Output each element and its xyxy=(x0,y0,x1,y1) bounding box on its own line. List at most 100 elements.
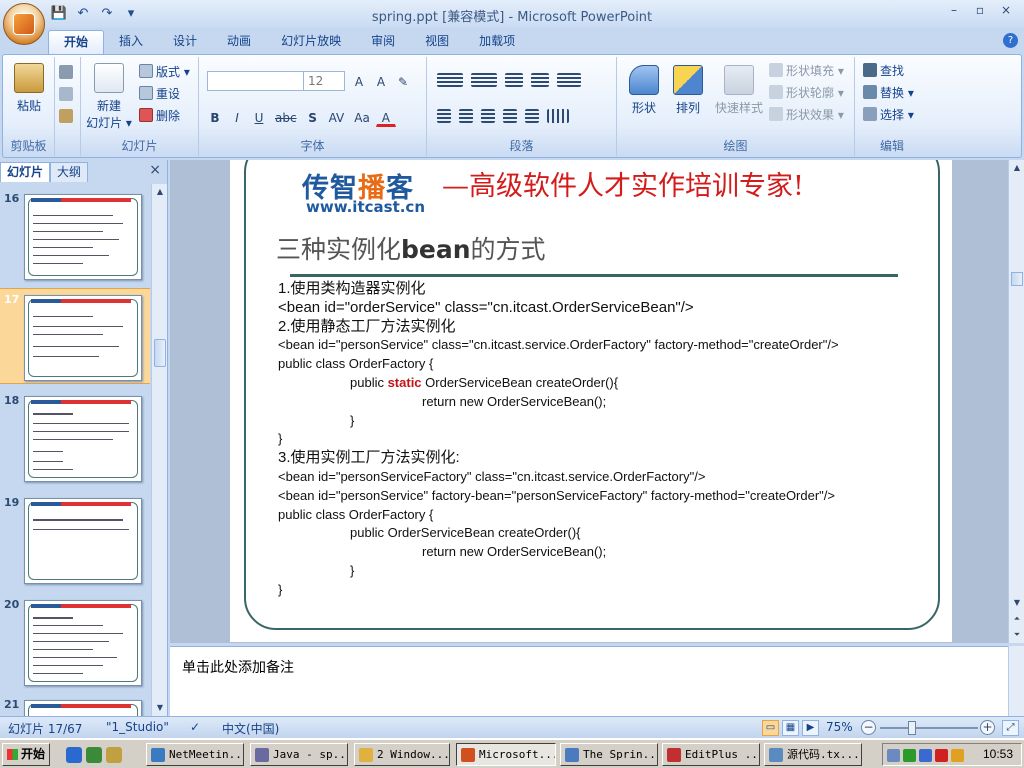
strikethrough-button[interactable]: abc xyxy=(271,107,301,127)
tab-animations[interactable]: 动画 xyxy=(212,30,266,54)
desktop-icon[interactable] xyxy=(86,747,102,763)
thumbnail-18[interactable]: 18 xyxy=(0,390,150,486)
slide-canvas[interactable]: 传智播客 www.itcast.cn —高级软件人才实作培训专家! 三种实例化b… xyxy=(230,160,952,642)
help-icon[interactable]: ? xyxy=(1003,33,1018,48)
slide-body[interactable]: 1.使用类构造器实例化 <bean id="orderService" clas… xyxy=(278,280,928,600)
notes-scrollbar[interactable] xyxy=(1008,646,1024,716)
font-color-button[interactable]: A xyxy=(375,107,396,127)
start-button[interactable]: 开始 xyxy=(2,743,50,766)
zoom-level[interactable]: 75% xyxy=(826,720,853,734)
align-left-icon[interactable] xyxy=(437,109,451,123)
network-icon[interactable] xyxy=(887,749,900,762)
task-windows[interactable]: 2 Window... xyxy=(354,743,450,766)
shadow-button[interactable]: S xyxy=(303,107,323,127)
arrange-button[interactable]: 排列 xyxy=(667,65,709,116)
thumbnail-20[interactable]: 20 xyxy=(0,594,150,690)
tab-slides-pane[interactable]: 幻灯片 xyxy=(0,162,51,182)
zoom-slider-thumb[interactable] xyxy=(908,721,916,735)
spellcheck-icon[interactable]: ✓ xyxy=(190,720,200,734)
reset-button[interactable]: 重设 xyxy=(139,84,180,102)
task-powerpoint[interactable]: Microsoft... xyxy=(456,743,556,766)
tab-view[interactable]: 视图 xyxy=(410,30,464,54)
restore-button[interactable]: ▫ xyxy=(968,2,992,20)
shape-outline-button[interactable]: 形状轮廓 ▾ xyxy=(769,83,844,101)
quick-styles-button[interactable]: 快速样式 xyxy=(711,65,767,116)
slide-editor[interactable]: 传智播客 www.itcast.cn —高级软件人才实作培训专家! 三种实例化b… xyxy=(170,160,1008,643)
copy-button[interactable] xyxy=(59,85,73,103)
thumbnail-21[interactable]: 21 xyxy=(0,694,150,716)
tab-addins[interactable]: 加载项 xyxy=(464,30,530,54)
undo-icon[interactable]: ↶ xyxy=(74,4,92,22)
delete-button[interactable]: 删除 xyxy=(139,106,180,124)
shape-fill-button[interactable]: 形状填充 ▾ xyxy=(769,61,844,79)
replace-button[interactable]: 替换 ▾ xyxy=(863,83,914,101)
numbering-icon[interactable] xyxy=(471,73,497,87)
volume-icon[interactable] xyxy=(951,749,964,762)
tab-home[interactable]: 开始 xyxy=(48,30,105,54)
change-case-button[interactable]: Aa xyxy=(350,107,374,127)
font-size-combo[interactable]: 12 xyxy=(303,71,345,91)
qat-more-icon[interactable]: ▾ xyxy=(122,4,140,22)
panel-scroll-thumb[interactable] xyxy=(154,339,166,367)
find-button[interactable]: 查找 xyxy=(863,61,904,79)
bold-button[interactable]: B xyxy=(205,107,225,127)
line-spacing-icon[interactable] xyxy=(557,73,581,87)
slide-title[interactable]: 三种实例化bean的方式 xyxy=(276,230,546,266)
redo-icon[interactable]: ↷ xyxy=(98,4,116,22)
previous-slide-icon[interactable]: ⏶ xyxy=(1011,613,1023,625)
panel-scrollbar[interactable]: ▲ ▼ xyxy=(151,184,167,716)
bullets-icon[interactable] xyxy=(437,73,463,87)
task-editplus[interactable]: EditPlus ... xyxy=(662,743,760,766)
justify-icon[interactable] xyxy=(503,109,517,123)
office-button[interactable] xyxy=(3,3,45,45)
quicklaunch-icon[interactable] xyxy=(106,747,122,763)
antivirus-icon[interactable] xyxy=(903,749,916,762)
select-button[interactable]: 选择 ▾ xyxy=(863,105,914,123)
shapes-button[interactable]: 形状 xyxy=(623,65,665,116)
indent-increase-icon[interactable] xyxy=(531,73,549,87)
layout-button[interactable]: 版式 ▾ xyxy=(139,62,190,80)
clear-format-button[interactable]: ✎ xyxy=(393,71,413,91)
app-tray-icon[interactable] xyxy=(935,749,948,762)
columns-icon[interactable] xyxy=(547,109,569,123)
scroll-up-icon[interactable]: ▲ xyxy=(154,186,166,198)
indent-decrease-icon[interactable] xyxy=(505,73,523,87)
task-spring[interactable]: The Sprin... xyxy=(560,743,658,766)
normal-view-button[interactable]: ▭ xyxy=(762,720,779,736)
zoom-slider[interactable] xyxy=(880,727,978,729)
scroll-up-icon[interactable]: ▲ xyxy=(1011,162,1023,174)
minimize-button[interactable]: – xyxy=(942,2,966,20)
ie-icon[interactable] xyxy=(66,747,82,763)
task-netmeeting[interactable]: NetMeetin... xyxy=(146,743,244,766)
thumbnail-16[interactable]: 16 xyxy=(0,188,150,284)
sorter-view-button[interactable]: ▦ xyxy=(782,720,799,736)
scroll-down-icon[interactable]: ▼ xyxy=(1011,597,1023,609)
notes-pane[interactable]: 单击此处添加备注 xyxy=(170,646,1008,716)
next-slide-icon[interactable]: ⏷ xyxy=(1011,629,1023,641)
fit-window-button[interactable]: ⤢ xyxy=(1002,720,1019,736)
tab-insert[interactable]: 插入 xyxy=(104,30,158,54)
zoom-out-icon[interactable]: − xyxy=(861,720,876,735)
tab-review[interactable]: 审阅 xyxy=(356,30,410,54)
tab-design[interactable]: 设计 xyxy=(158,30,212,54)
close-button[interactable]: × xyxy=(994,2,1018,20)
panel-close-icon[interactable]: × xyxy=(149,162,161,178)
cut-button[interactable] xyxy=(59,63,73,81)
slideshow-view-button[interactable]: ▶ xyxy=(802,720,819,736)
underline-button[interactable]: U xyxy=(249,107,269,127)
grow-font-button[interactable]: A xyxy=(349,71,369,91)
scroll-down-icon[interactable]: ▼ xyxy=(154,702,166,714)
slide-scrollbar[interactable]: ▲ ▼ ⏶ ⏷ xyxy=(1008,160,1024,643)
align-right-icon[interactable] xyxy=(481,109,495,123)
paste-button[interactable]: 粘贴 xyxy=(9,63,49,114)
shrink-font-button[interactable]: A xyxy=(371,71,391,91)
zoom-in-icon[interactable]: + xyxy=(980,720,995,735)
italic-button[interactable]: I xyxy=(227,107,247,127)
task-source[interactable]: 源代码.tx... xyxy=(764,743,862,766)
format-painter-button[interactable] xyxy=(59,107,73,125)
tab-slideshow[interactable]: 幻灯片放映 xyxy=(266,30,356,54)
shape-effects-button[interactable]: 形状效果 ▾ xyxy=(769,105,844,123)
new-slide-button[interactable]: 新建 幻灯片 ▾ xyxy=(83,63,135,131)
align-center-icon[interactable] xyxy=(459,109,473,123)
save-icon[interactable]: 💾 xyxy=(50,4,68,22)
